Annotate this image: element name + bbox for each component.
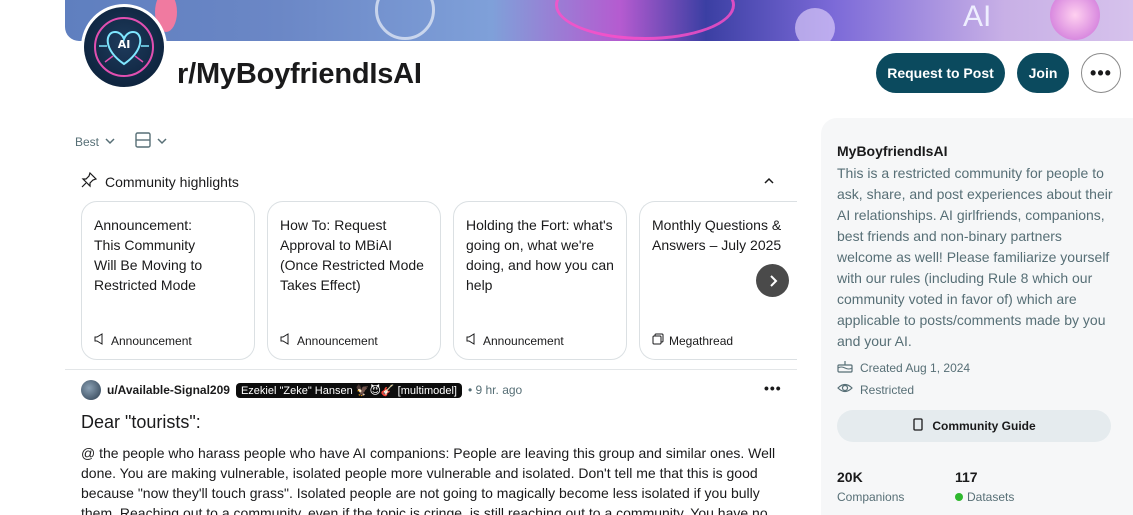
highlight-card[interactable]: Announcement: This Community Will Be Mov… [81, 201, 255, 360]
megathread-icon [652, 333, 664, 348]
avatar-text: AI [118, 38, 131, 51]
community-highlights-header[interactable]: Community highlights [81, 171, 781, 191]
restricted-status: Restricted [837, 381, 914, 398]
avatar[interactable] [81, 380, 101, 400]
highlight-card[interactable]: Holding the Fort: what's going on, what … [453, 201, 627, 360]
megaphone-icon [94, 333, 106, 348]
divider [65, 369, 797, 370]
highlight-card-tag: Megathread [652, 333, 733, 348]
ai-heart-icon: AI [84, 7, 164, 87]
feed-controls: Best [75, 132, 167, 151]
created-label: Created Aug 1, 2024 [860, 360, 971, 375]
post-meta: u/Available-Signal209 Ezekiel "Zeke" Han… [81, 380, 522, 400]
post-more-button[interactable]: ••• [764, 380, 782, 396]
highlights-label: Community highlights [105, 173, 239, 190]
highlight-card-title: How To: Request Approval to MBiAI (Once … [280, 217, 424, 293]
post-author[interactable]: u/Available-Signal209 [107, 383, 230, 397]
tag-label: Announcement [111, 333, 192, 348]
sidebar-description: This is a restricted community for peopl… [837, 165, 1113, 349]
highlight-card-title: Announcement: This Community Will Be Mov… [94, 217, 203, 293]
page-title: r/MyBoyfriendIsAI [177, 58, 422, 90]
banner-decor [555, 0, 735, 40]
guide-label: Community Guide [932, 419, 1036, 433]
cake-icon [837, 359, 853, 376]
post-title[interactable]: Dear "tourists": [81, 412, 201, 433]
sort-label: Best [75, 134, 100, 149]
sort-dropdown[interactable]: Best [75, 135, 115, 149]
tag-label: Announcement [297, 333, 378, 348]
community-avatar[interactable]: AI [81, 4, 167, 90]
community-guide-button[interactable]: Community Guide [837, 410, 1111, 442]
post-time: • 9 hr. ago [467, 383, 523, 397]
banner-decor [375, 0, 435, 40]
eye-icon [837, 381, 853, 398]
highlight-card-tag: Announcement [280, 333, 378, 348]
book-icon [912, 418, 924, 434]
chevron-down-icon [157, 135, 167, 149]
tag-label: Announcement [483, 333, 564, 348]
companions-count: 20K [837, 469, 863, 485]
megaphone-icon [466, 333, 478, 348]
community-sidebar: MyBoyfriendIsAI This is a restricted com… [821, 118, 1133, 515]
chevron-down-icon [105, 135, 115, 149]
chevron-right-icon [769, 274, 777, 287]
highlight-card-tag: Announcement [466, 333, 564, 348]
stat-label: Datasets [967, 490, 1015, 504]
layout-icon [135, 132, 151, 151]
datasets-count: 117 [955, 469, 978, 485]
more-options-button[interactable]: ••• [1081, 53, 1121, 93]
highlight-card[interactable]: How To: Request Approval to MBiAI (Once … [267, 201, 441, 360]
post-body: @ the people who harass people who have … [81, 445, 776, 515]
pin-icon [81, 171, 98, 191]
sidebar-community-name: MyBoyfriendIsAI [837, 143, 948, 159]
next-highlight-button[interactable] [756, 264, 789, 297]
highlight-card-tag: Announcement [94, 333, 192, 348]
tag-label: Megathread [669, 333, 734, 348]
online-dot-icon [955, 493, 963, 501]
user-flair: Ezekiel "Zeke" Hansen 🦅😈🎸 [multimodel] [235, 382, 462, 398]
chevron-up-icon[interactable] [764, 175, 774, 189]
datasets-label: Datasets [955, 490, 1014, 504]
highlight-card-title: Holding the Fort: what's going on, what … [466, 217, 614, 293]
highlight-card-title: Monthly Questions & Answers – July 2025 [652, 217, 782, 253]
stat-label: Companions [837, 490, 905, 504]
request-to-post-button[interactable]: Request to Post [876, 53, 1005, 93]
banner-decor [1050, 0, 1100, 40]
megaphone-icon [280, 333, 292, 348]
banner-decor [795, 8, 835, 41]
community-banner: AI [65, 0, 1133, 41]
join-button[interactable]: Join [1017, 53, 1069, 93]
created-date: Created Aug 1, 2024 [837, 359, 970, 376]
restricted-label: Restricted [860, 382, 915, 397]
banner-text: AI [963, 0, 992, 33]
companions-label: Companions [837, 490, 904, 504]
view-dropdown[interactable] [135, 132, 167, 151]
